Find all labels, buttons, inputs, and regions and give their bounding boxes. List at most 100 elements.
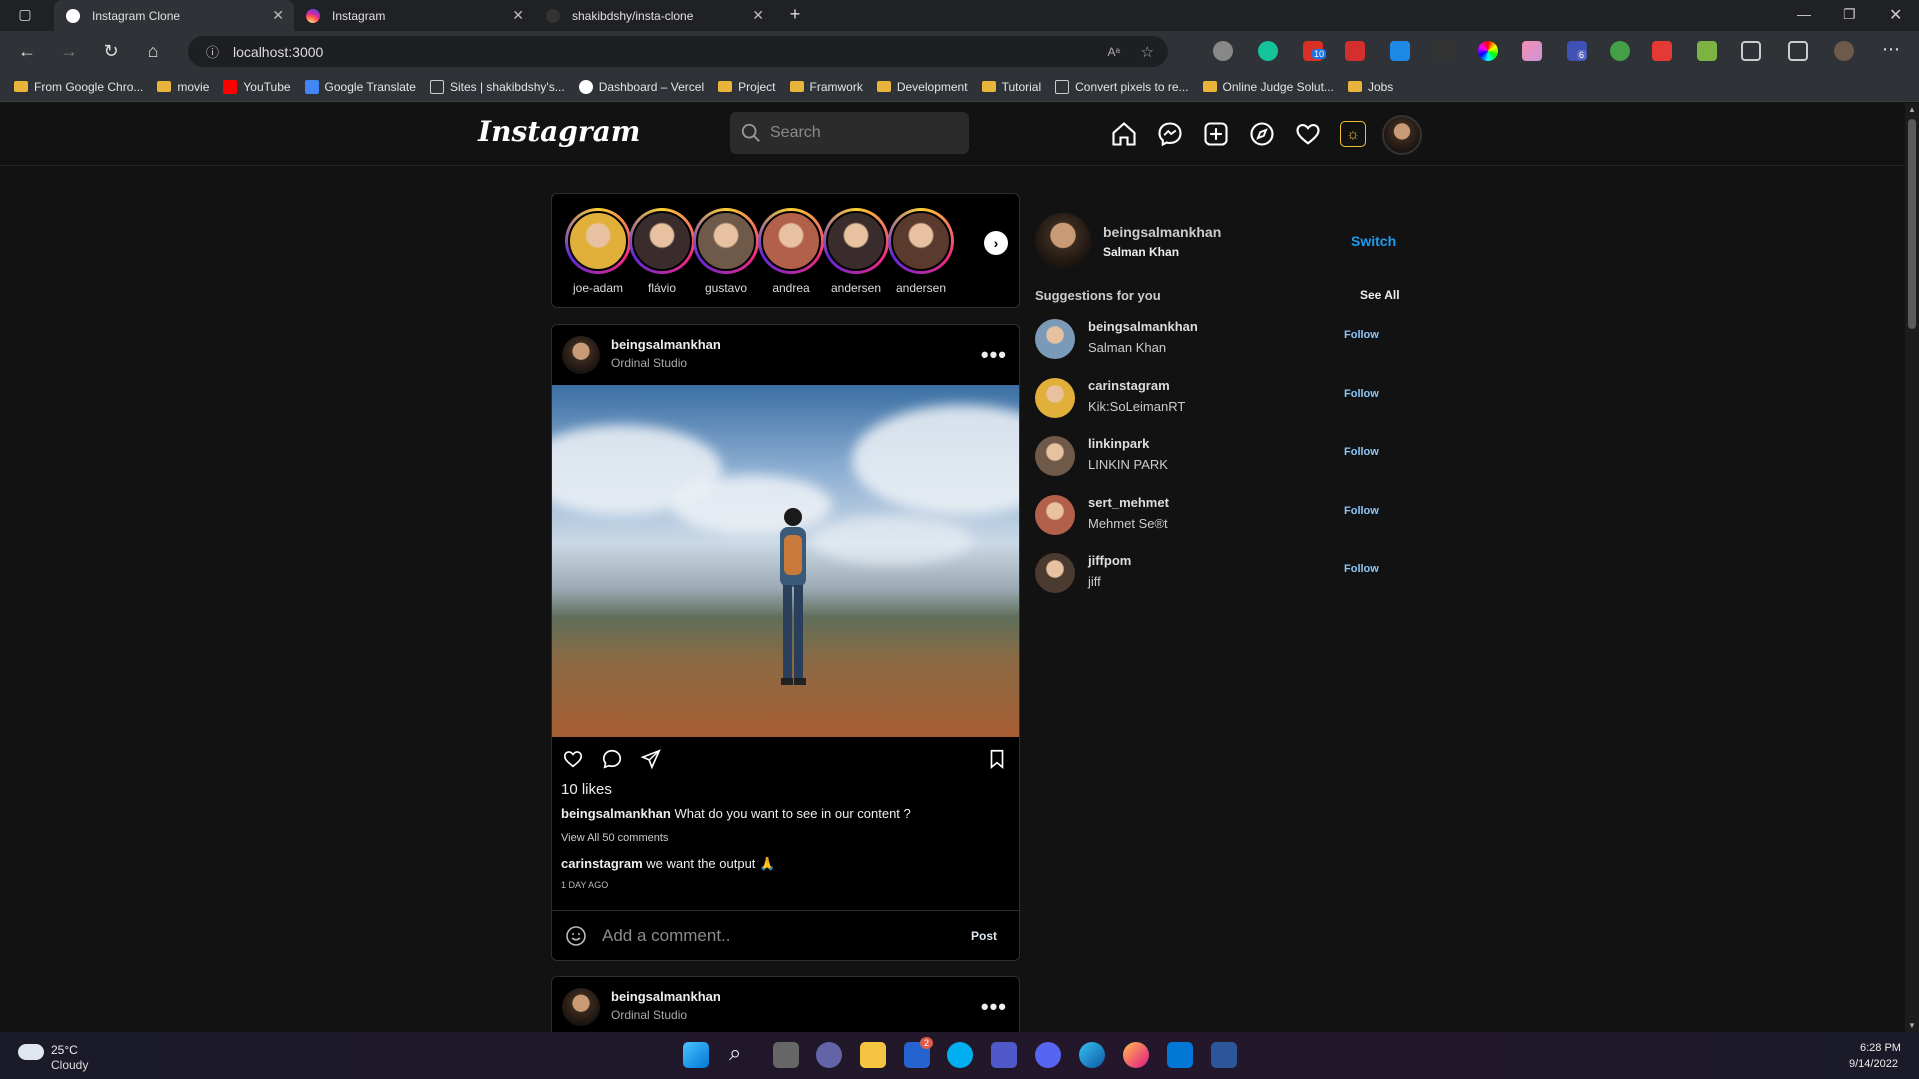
comment-icon[interactable] [601,748,623,770]
theme-toggle-button[interactable]: ☼ [1340,121,1366,147]
teams-chat-icon[interactable] [816,1042,842,1068]
follow-button[interactable]: Follow [1344,505,1379,517]
suggestion-username[interactable]: beingsalmankhan [1088,319,1198,334]
extensions-puzzle-icon[interactable] [1741,41,1761,61]
suggestion-username[interactable]: linkinpark [1088,436,1149,451]
suggestion-username[interactable]: carinstagram [1088,378,1170,393]
bookmark-item[interactable]: Online Judge Solut... [1202,80,1334,94]
home-icon[interactable] [1110,120,1138,148]
globe-icon[interactable] [1213,41,1233,61]
home-browser-icon[interactable]: ⌂ [136,35,170,69]
page-scrollbar[interactable]: ▲ ▼ [1905,103,1919,1032]
suggestion-username[interactable]: jiffpom [1088,553,1131,568]
comment-input[interactable] [602,925,942,946]
see-all-link[interactable]: See All [1360,288,1400,302]
explore-icon[interactable] [1248,120,1276,148]
caption-username[interactable]: beingsalmankhan [561,806,671,821]
story-item[interactable]: joe-adam [563,208,633,295]
story-item[interactable]: andersen [886,208,956,295]
follow-button[interactable]: Follow [1344,563,1379,575]
post-image[interactable] [552,385,1019,737]
new-tab-icon[interactable]: + [778,0,812,31]
suggestion-username[interactable]: sert_mehmet [1088,495,1169,510]
post-username[interactable]: beingsalmankhan [611,337,721,352]
bookmark-item[interactable]: movie [157,80,209,94]
bookmark-item[interactable]: Convert pixels to re... [1055,79,1189,94]
close-tab-icon[interactable]: ✕ [272,7,284,24]
avatar[interactable] [1035,553,1075,593]
follow-button[interactable]: Follow [1344,446,1379,458]
bookmark-item[interactable]: From Google Chro... [14,80,143,94]
more-options-icon[interactable]: ⋯ [1882,39,1900,60]
tab-instagram[interactable]: Instagram ✕ [294,0,534,31]
search-taskbar-icon[interactable]: ⌕ [729,1040,741,1066]
word-icon[interactable] [1211,1042,1237,1068]
bookmark-item[interactable]: Project [718,80,776,94]
avatar[interactable] [562,336,600,374]
collections-icon[interactable] [1788,41,1808,61]
messenger-icon[interactable] [1156,120,1184,148]
more-options-icon[interactable]: ••• [981,342,1007,368]
comment-username[interactable]: carinstagram [561,856,643,871]
bookmark-item[interactable]: Sites | shakibdshy's... [429,79,565,94]
story-item[interactable]: andrea [756,208,826,295]
avatar[interactable] [1035,319,1075,359]
heart-icon[interactable] [1294,120,1322,148]
extension-icon[interactable] [1652,41,1672,61]
extension-badge-icon[interactable]: 10 [1303,41,1327,61]
firefox-icon[interactable] [1123,1042,1149,1068]
url-field[interactable]: ⓘ localhost:3000 Aᵃ ☆ [188,36,1168,67]
read-aloud-icon[interactable]: Aᵃ [1108,45,1120,59]
forward-icon[interactable]: → [52,35,86,69]
adblock-icon[interactable] [1345,41,1365,61]
switch-account-button[interactable]: Switch [1351,233,1396,249]
refresh-icon[interactable]: ↻ [94,35,128,69]
post-comment-button[interactable]: Post [971,929,997,943]
avatar[interactable] [1035,495,1075,535]
weather-temp[interactable]: 25°C [51,1043,78,1057]
scroll-thumb[interactable] [1908,119,1916,329]
bookmark-item[interactable]: Framwork [789,80,863,94]
tab-instagram-clone[interactable]: Instagram Clone ✕ [54,0,294,31]
scroll-down-arrow[interactable]: ▼ [1908,1021,1916,1030]
follow-button[interactable]: Follow [1344,329,1379,341]
close-window-icon[interactable]: ✕ [1889,5,1902,25]
scroll-up-arrow[interactable]: ▲ [1908,105,1916,114]
post-username[interactable]: beingsalmankhan [611,989,721,1004]
bookmark-item[interactable]: Dashboard – Vercel [578,79,704,94]
restore-icon[interactable]: ❐ [1843,6,1856,23]
skype-icon[interactable] [947,1042,973,1068]
tab-actions-icon[interactable]: ▢ [10,0,40,31]
discord-icon[interactable] [1035,1042,1061,1068]
grammarly-icon[interactable] [1258,41,1278,61]
windows-start-icon[interactable] [683,1042,709,1068]
extension-icon[interactable]: 6 [1567,41,1587,61]
extension-icon[interactable] [1522,41,1542,61]
extension-icon[interactable] [1610,41,1630,61]
bookmark-item[interactable]: Google Translate [304,79,416,94]
instagram-logo[interactable]: Instagram [478,115,640,148]
search-input[interactable] [770,124,950,142]
extension-icon[interactable] [1697,41,1717,61]
vscode-icon[interactable] [1167,1042,1193,1068]
extension-icon[interactable] [1390,41,1410,61]
share-icon[interactable] [640,748,662,770]
bookmark-item[interactable]: Tutorial [981,80,1041,94]
close-tab-icon[interactable]: ✕ [512,7,524,24]
story-item[interactable]: flávio [627,208,697,295]
colorpicker-icon[interactable] [1478,41,1498,61]
emoji-icon[interactable] [564,924,588,948]
avatar[interactable] [1035,213,1091,269]
profile-avatar[interactable] [1382,115,1422,155]
edge-icon[interactable] [1079,1042,1105,1068]
task-view-icon[interactable] [773,1042,799,1068]
new-post-icon[interactable] [1202,120,1230,148]
story-item[interactable]: gustavo [691,208,761,295]
story-item[interactable]: andersen [821,208,891,295]
follow-button[interactable]: Follow [1344,388,1379,400]
clock-date[interactable]: 9/14/2022 [1849,1058,1898,1070]
like-icon[interactable] [562,748,584,770]
todo-icon[interactable]: 2 [904,1037,934,1068]
stories-next-button[interactable]: › [984,231,1008,255]
current-username[interactable]: beingsalmankhan [1103,224,1221,240]
